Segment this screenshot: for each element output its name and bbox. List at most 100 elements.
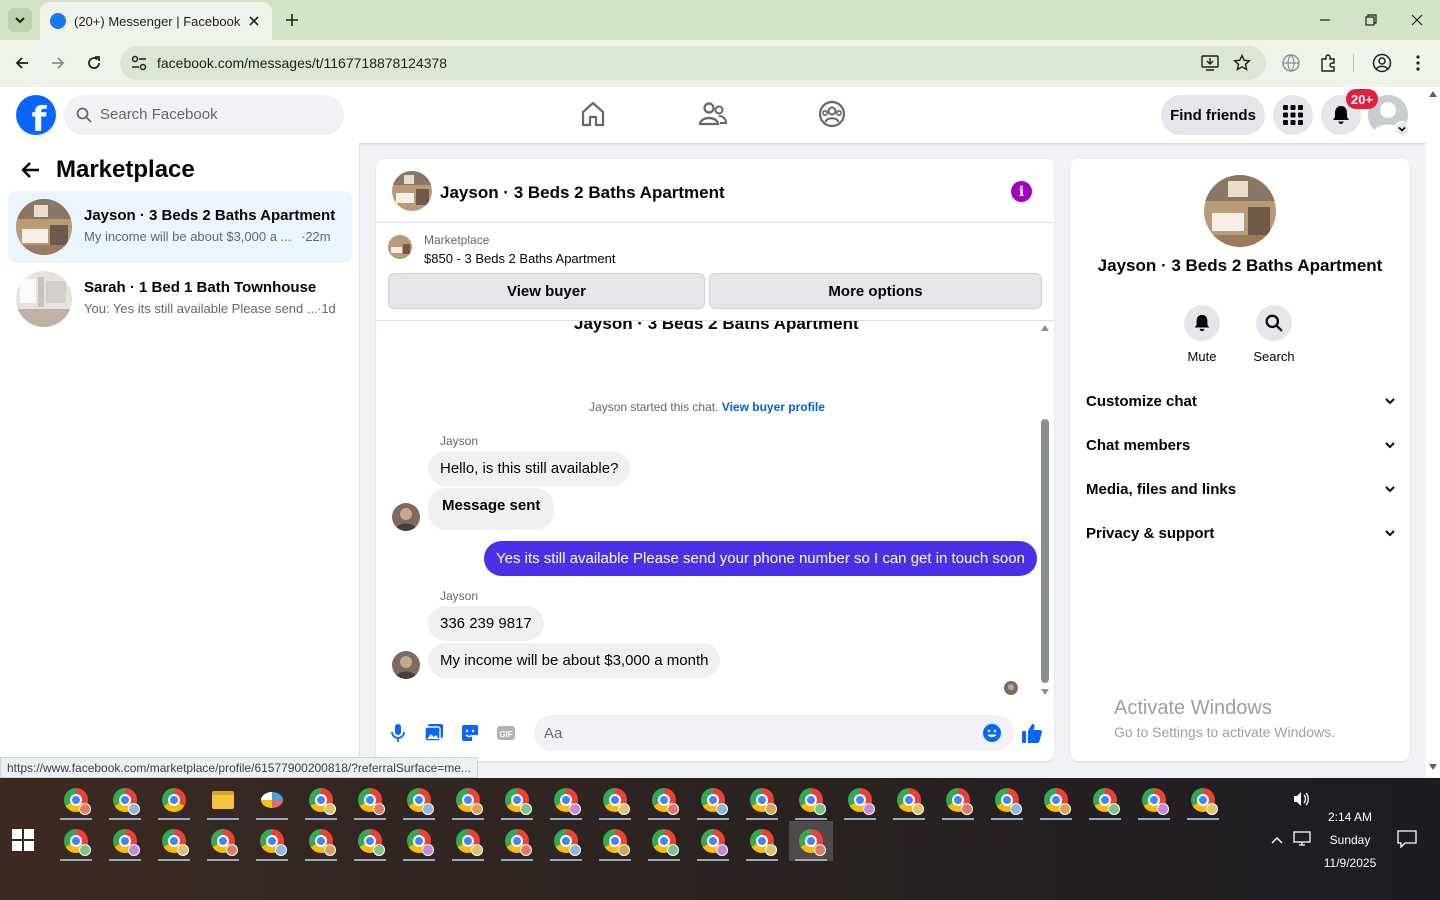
incoming-message[interactable]: Hello, is this still available? [428, 451, 631, 486]
reload-button[interactable] [82, 51, 106, 75]
facebook-search-input[interactable]: Search Facebook [64, 95, 344, 135]
conversation-item-sarah[interactable]: Sarah · 1 Bed 1 Bath Townhouse You: Yes … [8, 263, 352, 335]
view-buyer-profile-link[interactable]: View buyer profile [722, 400, 825, 414]
chat-title[interactable]: Jayson · 3 Beds 2 Baths Apartment [440, 183, 725, 203]
find-friends-button[interactable]: Find friends [1161, 95, 1265, 135]
taskbar-chrome-window[interactable] [446, 780, 490, 820]
scroll-up-icon[interactable] [1429, 91, 1437, 97]
taskbar-chrome-window[interactable] [1034, 780, 1078, 820]
chevron-up-icon[interactable] [1270, 833, 1284, 847]
taskbar-chrome-window[interactable] [299, 780, 343, 820]
incoming-message[interactable]: Message sent [428, 488, 555, 530]
minimize-button[interactable] [1302, 6, 1348, 34]
conversation-item-jayson[interactable]: Jayson · 3 Beds 2 Baths Apartment My inc… [8, 191, 352, 263]
taskbar-chrome-window[interactable] [1132, 780, 1176, 820]
menu-button[interactable] [1273, 95, 1313, 135]
facebook-logo-icon[interactable]: f [16, 95, 56, 135]
media-files-links-row[interactable]: Media, files and links [1086, 469, 1396, 509]
bookmark-star-icon[interactable] [1233, 54, 1251, 72]
taskbar-chrome-window[interactable] [642, 821, 686, 861]
clock[interactable]: 2:14 AM Sunday 11/9/2025 [1318, 810, 1382, 870]
sticker-button[interactable] [458, 721, 482, 745]
listing-price-title[interactable]: $850 - 3 Beds 2 Baths Apartment [424, 251, 616, 266]
outgoing-message[interactable]: Yes its still available Please send your… [484, 541, 1037, 576]
friends-icon[interactable] [698, 99, 728, 129]
customize-chat-row[interactable]: Customize chat [1086, 381, 1396, 421]
taskbar-chrome-window[interactable] [103, 821, 147, 861]
forward-button[interactable] [46, 51, 70, 75]
taskbar-chrome-window[interactable] [495, 780, 539, 820]
close-window-button[interactable] [1394, 6, 1440, 34]
chat-members-row[interactable]: Chat members [1086, 425, 1396, 465]
windows-start-icon[interactable] [12, 829, 34, 851]
back-button[interactable] [10, 51, 34, 75]
network-icon[interactable] [1293, 831, 1311, 847]
taskbar-chrome-window[interactable] [1083, 780, 1127, 820]
taskbar-chrome-window[interactable] [838, 780, 882, 820]
new-tab-button[interactable] [280, 8, 304, 32]
scroll-down-icon[interactable] [1041, 689, 1049, 695]
taskbar-paint-app[interactable] [250, 780, 294, 820]
taskbar-chrome-window[interactable] [789, 780, 833, 820]
action-center-icon[interactable] [1397, 830, 1417, 848]
gif-button[interactable]: GIF [494, 721, 518, 745]
install-app-icon[interactable] [1201, 54, 1219, 72]
taskbar-chrome-window[interactable] [495, 821, 539, 861]
tab-search-button[interactable] [8, 8, 32, 32]
taskbar-chrome-window[interactable] [985, 780, 1029, 820]
more-options-button[interactable]: More options [709, 273, 1042, 309]
taskbar-chrome-window[interactable] [201, 821, 245, 861]
attach-photo-button[interactable] [422, 721, 446, 745]
browser-tab[interactable]: (20+) Messenger | Facebook [40, 2, 272, 40]
account-caret[interactable] [1394, 121, 1410, 137]
mute-button[interactable]: Mute [1172, 305, 1232, 364]
info-icon[interactable]: i [1011, 181, 1032, 202]
close-tab-icon[interactable] [246, 13, 262, 29]
scrollbar-thumb[interactable] [1041, 419, 1049, 683]
taskbar-chrome-window[interactable] [250, 821, 294, 861]
taskbar-chrome-window[interactable] [593, 780, 637, 820]
view-buyer-button[interactable]: View buyer [388, 273, 705, 309]
message-input[interactable] [534, 715, 1014, 751]
like-send-button[interactable] [1020, 721, 1044, 745]
extensions-puzzle-icon[interactable] [1318, 53, 1338, 73]
sidebar-back-button[interactable] [16, 155, 46, 185]
taskbar-chrome-window[interactable] [740, 780, 784, 820]
profile-icon[interactable] [1372, 53, 1392, 73]
scroll-up-icon[interactable] [1041, 325, 1049, 331]
translate-globe-icon[interactable] [1281, 53, 1301, 73]
taskbar-chrome-window[interactable] [691, 821, 735, 861]
taskbar-chrome-window[interactable] [397, 780, 441, 820]
taskbar-chrome-window[interactable] [446, 821, 490, 861]
incoming-message[interactable]: My income will be about $3,000 a month [428, 643, 721, 678]
taskbar-chrome-window[interactable] [397, 821, 441, 861]
taskbar-chrome-window[interactable] [642, 780, 686, 820]
taskbar-file-explorer[interactable] [201, 780, 245, 820]
profile-avatar[interactable] [1204, 175, 1276, 247]
sender-avatar[interactable] [392, 503, 420, 531]
page-scrollbar[interactable] [1426, 87, 1440, 778]
taskbar-chrome-window[interactable] [936, 780, 980, 820]
taskbar-chrome-window[interactable] [348, 821, 392, 861]
emoji-button[interactable] [980, 721, 1004, 745]
taskbar-chrome-window[interactable] [544, 780, 588, 820]
taskbar-chrome-window[interactable] [593, 821, 637, 861]
taskbar-chrome-window[interactable] [54, 780, 98, 820]
voice-clip-button[interactable] [386, 721, 410, 745]
taskbar-chrome-window[interactable] [348, 780, 392, 820]
site-settings-icon[interactable] [130, 54, 148, 72]
scroll-down-icon[interactable] [1429, 764, 1437, 770]
taskbar-chrome-window[interactable] [887, 780, 931, 820]
incoming-message[interactable]: 336 239 9817 [428, 606, 544, 641]
taskbar-chrome-window[interactable] [1181, 780, 1225, 820]
taskbar-chrome-window[interactable] [789, 821, 833, 861]
search-in-conversation-button[interactable]: Search [1244, 305, 1304, 364]
taskbar-chrome-window[interactable] [544, 821, 588, 861]
taskbar-chrome-window[interactable] [152, 780, 196, 820]
home-icon[interactable] [578, 99, 608, 129]
taskbar-chrome-window[interactable] [54, 821, 98, 861]
address-bar[interactable]: facebook.com/messages/t/1167718878124378 [120, 46, 1266, 80]
taskbar-chrome-window[interactable] [691, 780, 735, 820]
taskbar-chrome-window[interactable] [103, 780, 147, 820]
menu-kebab-icon[interactable] [1408, 53, 1428, 73]
